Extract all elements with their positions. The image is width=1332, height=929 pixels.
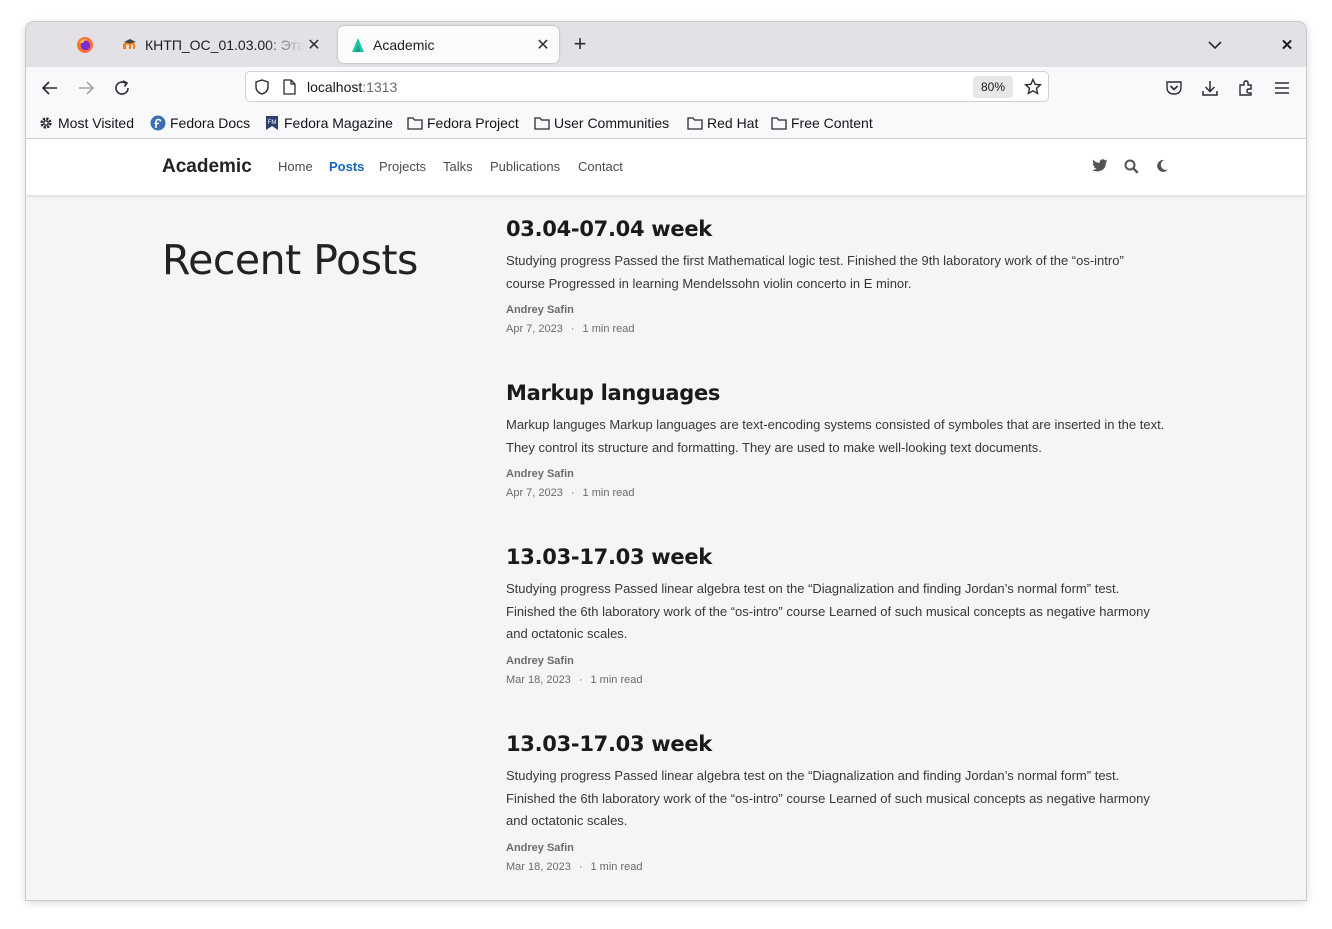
firefox-view-icon[interactable] xyxy=(72,32,98,58)
close-tab-icon[interactable]: ✕ xyxy=(533,35,553,55)
svg-text:FM: FM xyxy=(268,120,277,126)
tab-kntp[interactable]: КНТП_ОС_01.03.00: Этап ✕ xyxy=(110,26,330,63)
post-meta: Apr 7, 2023 · 1 min read xyxy=(506,487,1166,499)
post-author[interactable]: Andrey Safin xyxy=(506,304,1166,316)
tab-title: Academic xyxy=(373,36,435,53)
page-viewport: Academic Home Posts Projects Talks Publi… xyxy=(26,139,1306,900)
post-meta: Apr 7, 2023 · 1 min read xyxy=(506,323,1166,335)
post-date: Mar 18, 2023 xyxy=(506,673,571,686)
menu-icon[interactable] xyxy=(1270,76,1294,100)
extensions-icon[interactable] xyxy=(1234,76,1258,100)
bookmark-label: Most Visited xyxy=(58,115,134,131)
post-read-time: 1 min read xyxy=(590,673,643,686)
chevron-down-icon[interactable] xyxy=(1204,34,1226,56)
folder-icon xyxy=(687,115,703,131)
bookmark-label: User Communities xyxy=(554,115,670,131)
bookmark-label: Fedora Docs xyxy=(170,115,251,131)
downloads-icon[interactable] xyxy=(1198,76,1222,100)
bookmark-fedora-docs[interactable]: Fedora Docs xyxy=(150,113,250,133)
menu-item-contact[interactable]: Contact xyxy=(578,159,623,174)
post-read-time: 1 min read xyxy=(582,323,635,335)
fedora-magazine-icon: FM xyxy=(264,115,280,131)
post-title[interactable]: 03.04-07.04 week xyxy=(506,217,1166,241)
bookmark-label: Red Hat xyxy=(707,115,759,131)
menu-item-home[interactable]: Home xyxy=(278,159,313,174)
bookmark-fedora-project[interactable]: Fedora Project xyxy=(407,113,519,133)
menu-item-publications[interactable]: Publications xyxy=(490,159,560,174)
bookmark-free-content[interactable]: Free Content xyxy=(771,113,873,133)
gear-icon xyxy=(38,115,54,131)
post-title[interactable]: 13.03-17.03 week xyxy=(506,545,1166,569)
post-date: Apr 7, 2023 xyxy=(506,487,563,499)
post-read-time: 1 min read xyxy=(590,860,643,873)
post-item: 13.03-17.03 week Studying progress Passe… xyxy=(506,732,1166,873)
twitter-icon[interactable] xyxy=(1092,158,1108,174)
meta-separator: · xyxy=(578,673,583,686)
page-title: Recent Posts xyxy=(162,236,418,285)
close-tab-icon[interactable]: ✕ xyxy=(304,35,324,55)
folder-icon xyxy=(407,115,423,131)
meta-separator: · xyxy=(570,487,575,499)
post-summary: Studying progress Passed linear algebra … xyxy=(506,581,1150,641)
bookmark-label: Free Content xyxy=(791,115,873,131)
bookmarks-toolbar: Most Visited Fedora Docs FM Fedora Magaz… xyxy=(26,109,1306,139)
bookmark-label: Fedora Project xyxy=(427,115,519,131)
fedora-icon xyxy=(150,115,166,131)
menu-item-talks[interactable]: Talks xyxy=(443,159,473,174)
forward-icon[interactable] xyxy=(74,76,98,100)
post-author[interactable]: Andrey Safin xyxy=(506,468,1166,480)
meta-separator: · xyxy=(578,860,583,873)
url-port: :1313 xyxy=(362,79,398,95)
browser-window: КНТП_ОС_01.03.00: Этап ✕ Academic ✕ + ✕ xyxy=(26,22,1306,900)
menu-item-projects[interactable]: Projects xyxy=(379,159,426,174)
post-item: 13.03-17.03 week Studying progress Passe… xyxy=(506,545,1166,686)
bookmark-red-hat[interactable]: Red Hat xyxy=(687,113,758,133)
meta-separator: · xyxy=(570,323,575,335)
post-meta: Mar 18, 2023 · 1 min read xyxy=(506,674,1166,686)
tab-strip: КНТП_ОС_01.03.00: Этап ✕ Academic ✕ + ✕ xyxy=(26,22,1306,67)
menu-item-posts[interactable]: Posts xyxy=(329,159,364,174)
navigation-toolbar: localhost:1313 80% xyxy=(26,67,1306,109)
zoom-level-button[interactable]: 80% xyxy=(973,76,1013,98)
site-brand[interactable]: Academic xyxy=(162,156,252,178)
url-bar[interactable]: localhost:1313 80% xyxy=(245,71,1049,102)
post-author[interactable]: Andrey Safin xyxy=(506,842,1166,854)
post-date: Apr 7, 2023 xyxy=(506,323,563,335)
bookmark-fedora-magazine[interactable]: FM Fedora Magazine xyxy=(264,113,393,133)
new-tab-button[interactable]: + xyxy=(569,33,591,55)
page-icon[interactable] xyxy=(282,79,296,100)
post-author[interactable]: Andrey Safin xyxy=(506,655,1166,667)
pocket-icon[interactable] xyxy=(1162,76,1186,100)
academic-logo-icon xyxy=(350,37,366,53)
post-date: Mar 18, 2023 xyxy=(506,860,571,873)
moon-icon[interactable] xyxy=(1154,158,1170,174)
close-window-icon[interactable]: ✕ xyxy=(1276,34,1298,56)
post-item: Markup languages Markup languges Markup … xyxy=(506,381,1166,499)
post-read-time: 1 min read xyxy=(582,487,635,499)
url-text: localhost:1313 xyxy=(307,79,397,95)
site-navbar: Academic Home Posts Projects Talks Publi… xyxy=(26,139,1306,195)
tab-title: КНТП_ОС_01.03.00: Этап xyxy=(145,36,304,53)
post-summary: Studying progress Passed linear algebra … xyxy=(506,768,1150,828)
folder-icon xyxy=(771,115,787,131)
post-summary: Studying progress Passed the first Mathe… xyxy=(506,253,1124,291)
shield-icon[interactable] xyxy=(254,79,270,100)
bookmark-label: Fedora Magazine xyxy=(284,115,393,131)
post-title[interactable]: Markup languages xyxy=(506,381,1166,405)
bookmark-user-communities[interactable]: User Communities xyxy=(534,113,669,133)
bookmark-star-icon[interactable] xyxy=(1023,77,1043,101)
search-icon[interactable] xyxy=(1123,158,1139,174)
folder-icon xyxy=(534,115,550,131)
back-icon[interactable] xyxy=(38,76,62,100)
post-meta: Mar 18, 2023 · 1 min read xyxy=(506,861,1166,873)
post-title[interactable]: 13.03-17.03 week xyxy=(506,732,1166,756)
moodle-icon xyxy=(122,37,138,53)
post-summary: Markup languges Markup languages are tex… xyxy=(506,417,1165,455)
reload-icon[interactable] xyxy=(110,76,134,100)
bookmark-most-visited[interactable]: Most Visited xyxy=(38,113,134,133)
url-host: localhost xyxy=(307,79,363,95)
tab-academic[interactable]: Academic ✕ xyxy=(338,26,559,63)
post-item: 03.04-07.04 week Studying progress Passe… xyxy=(506,217,1166,335)
